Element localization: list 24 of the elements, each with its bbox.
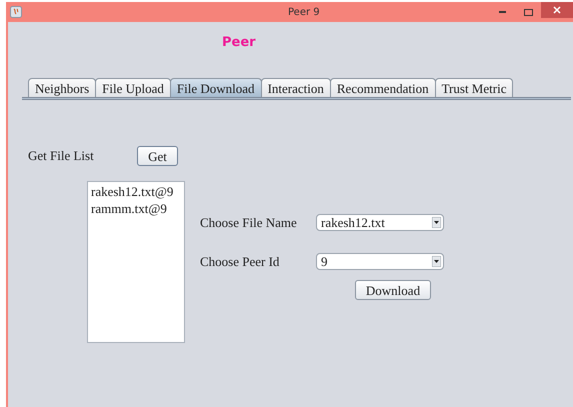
get-file-list-label: Get File List xyxy=(28,146,95,165)
window-title: Peer 9 xyxy=(288,6,320,20)
tab[interactable]: File Download xyxy=(170,78,262,96)
dropdown[interactable]: 9 xyxy=(316,253,444,270)
field-label: Choose File Name xyxy=(200,214,298,232)
file-list-item[interactable]: rammm.txt@9 xyxy=(91,200,181,216)
download-button[interactable]: Download xyxy=(355,280,431,300)
close-icon xyxy=(553,6,561,14)
close-button[interactable] xyxy=(541,2,573,18)
dropdown-arrow-icon xyxy=(432,216,441,228)
tab[interactable]: Recommendation xyxy=(330,78,436,96)
tab[interactable]: File Upload xyxy=(95,78,171,96)
tab[interactable]: Trust Metric xyxy=(434,78,514,96)
file-list[interactable]: rakesh12.txt@9 rammm.txt@9 xyxy=(87,180,185,342)
file-list-item[interactable]: rakesh12.txt@9 xyxy=(91,182,181,200)
dropdown-arrow-icon xyxy=(432,256,441,268)
minimize-icon xyxy=(498,11,506,13)
tab[interactable]: Neighbors xyxy=(28,78,96,96)
peer-heading: Peer xyxy=(222,34,257,52)
maximize-icon xyxy=(524,8,532,16)
field-label: Choose Peer Id xyxy=(200,253,280,271)
get-button[interactable]: Get xyxy=(137,146,178,166)
tab[interactable]: Interaction xyxy=(260,78,331,96)
dropdown[interactable]: rakesh12.txt xyxy=(316,214,444,231)
